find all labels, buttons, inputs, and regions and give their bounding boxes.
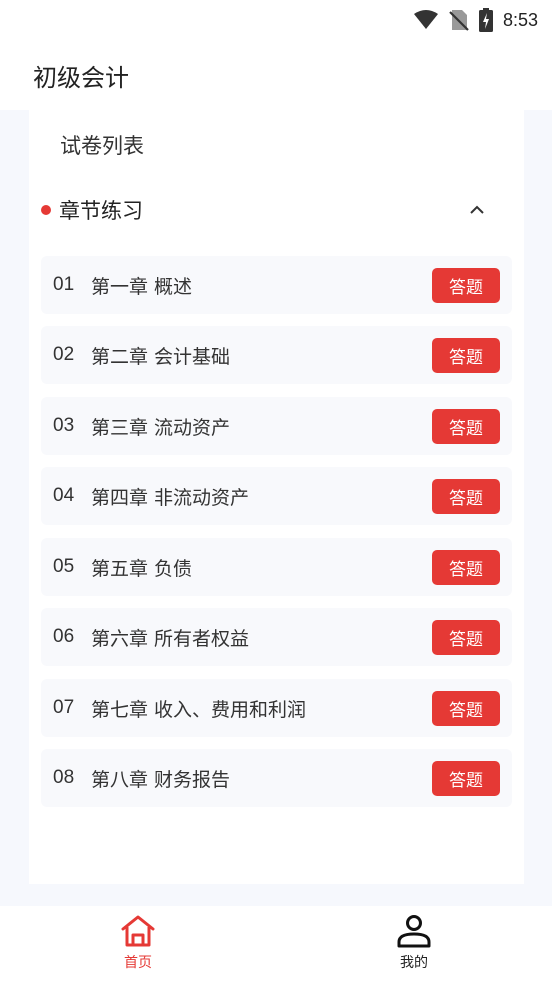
answer-button[interactable]: 答题 bbox=[432, 620, 500, 655]
battery-charging-icon bbox=[478, 8, 493, 32]
list-item[interactable]: 02 第二章 会计基础 答题 bbox=[41, 326, 512, 384]
item-number: 04 bbox=[53, 485, 75, 506]
tab-me-label: 我的 bbox=[400, 955, 428, 971]
tab-home-label: 首页 bbox=[124, 955, 152, 971]
chapter-practice-label: 章节练习 bbox=[59, 199, 143, 223]
item-title: 第七章 收入、费用和利润 bbox=[91, 698, 307, 721]
item-number: 06 bbox=[53, 626, 75, 647]
bottom-tab-bar: 首页 我的 bbox=[0, 906, 552, 983]
paper-list-card: 试卷列表 章节练习 01 第一章 概述 答题 02 第二章 会计基础 答题 03… bbox=[29, 110, 524, 884]
status-time: 8:53 bbox=[502, 9, 538, 30]
red-dot-icon bbox=[41, 205, 51, 215]
answer-button[interactable]: 答题 bbox=[432, 479, 500, 514]
person-icon bbox=[397, 915, 431, 948]
wifi-icon bbox=[413, 10, 438, 29]
status-bar: 8:53 bbox=[0, 0, 552, 40]
item-number: 05 bbox=[53, 556, 75, 577]
chevron-up-icon[interactable] bbox=[467, 200, 487, 220]
list-item[interactable]: 04 第四章 非流动资产 答题 bbox=[41, 467, 512, 525]
list-item[interactable]: 05 第五章 负债 答题 bbox=[41, 538, 512, 596]
list-item[interactable]: 08 第八章 财务报告 答题 bbox=[41, 749, 512, 807]
item-number: 08 bbox=[53, 767, 75, 788]
item-number: 01 bbox=[53, 274, 75, 295]
page-title: 初级会计 bbox=[33, 63, 129, 92]
item-title: 第八章 财务报告 bbox=[91, 768, 231, 791]
no-sim-icon bbox=[449, 10, 469, 31]
chapter-practice-header[interactable]: 章节练习 bbox=[41, 190, 512, 230]
item-number: 02 bbox=[53, 344, 75, 365]
tab-me[interactable]: 我的 bbox=[374, 914, 454, 976]
list-item[interactable]: 06 第六章 所有者权益 答题 bbox=[41, 608, 512, 666]
list-item[interactable]: 01 第一章 概述 答题 bbox=[41, 256, 512, 314]
answer-button[interactable]: 答题 bbox=[432, 268, 500, 303]
home-icon bbox=[121, 915, 155, 947]
list-item[interactable]: 07 第七章 收入、费用和利润 答题 bbox=[41, 679, 512, 737]
answer-button[interactable]: 答题 bbox=[432, 691, 500, 726]
item-title: 第一章 概述 bbox=[91, 275, 193, 298]
answer-button[interactable]: 答题 bbox=[432, 761, 500, 796]
item-title: 第五章 负债 bbox=[91, 557, 193, 580]
list-item[interactable]: 03 第三章 流动资产 答题 bbox=[41, 397, 512, 455]
item-number: 03 bbox=[53, 415, 75, 436]
section-title: 试卷列表 bbox=[60, 134, 144, 158]
app-header: 初级会计 bbox=[0, 40, 552, 110]
item-title: 第二章 会计基础 bbox=[91, 345, 231, 368]
answer-button[interactable]: 答题 bbox=[432, 550, 500, 585]
item-title: 第六章 所有者权益 bbox=[91, 627, 250, 650]
item-title: 第四章 非流动资产 bbox=[91, 486, 250, 509]
answer-button[interactable]: 答题 bbox=[432, 409, 500, 444]
tab-home[interactable]: 首页 bbox=[98, 914, 178, 976]
answer-button[interactable]: 答题 bbox=[432, 338, 500, 373]
item-number: 07 bbox=[53, 697, 75, 718]
item-title: 第三章 流动资产 bbox=[91, 416, 231, 439]
